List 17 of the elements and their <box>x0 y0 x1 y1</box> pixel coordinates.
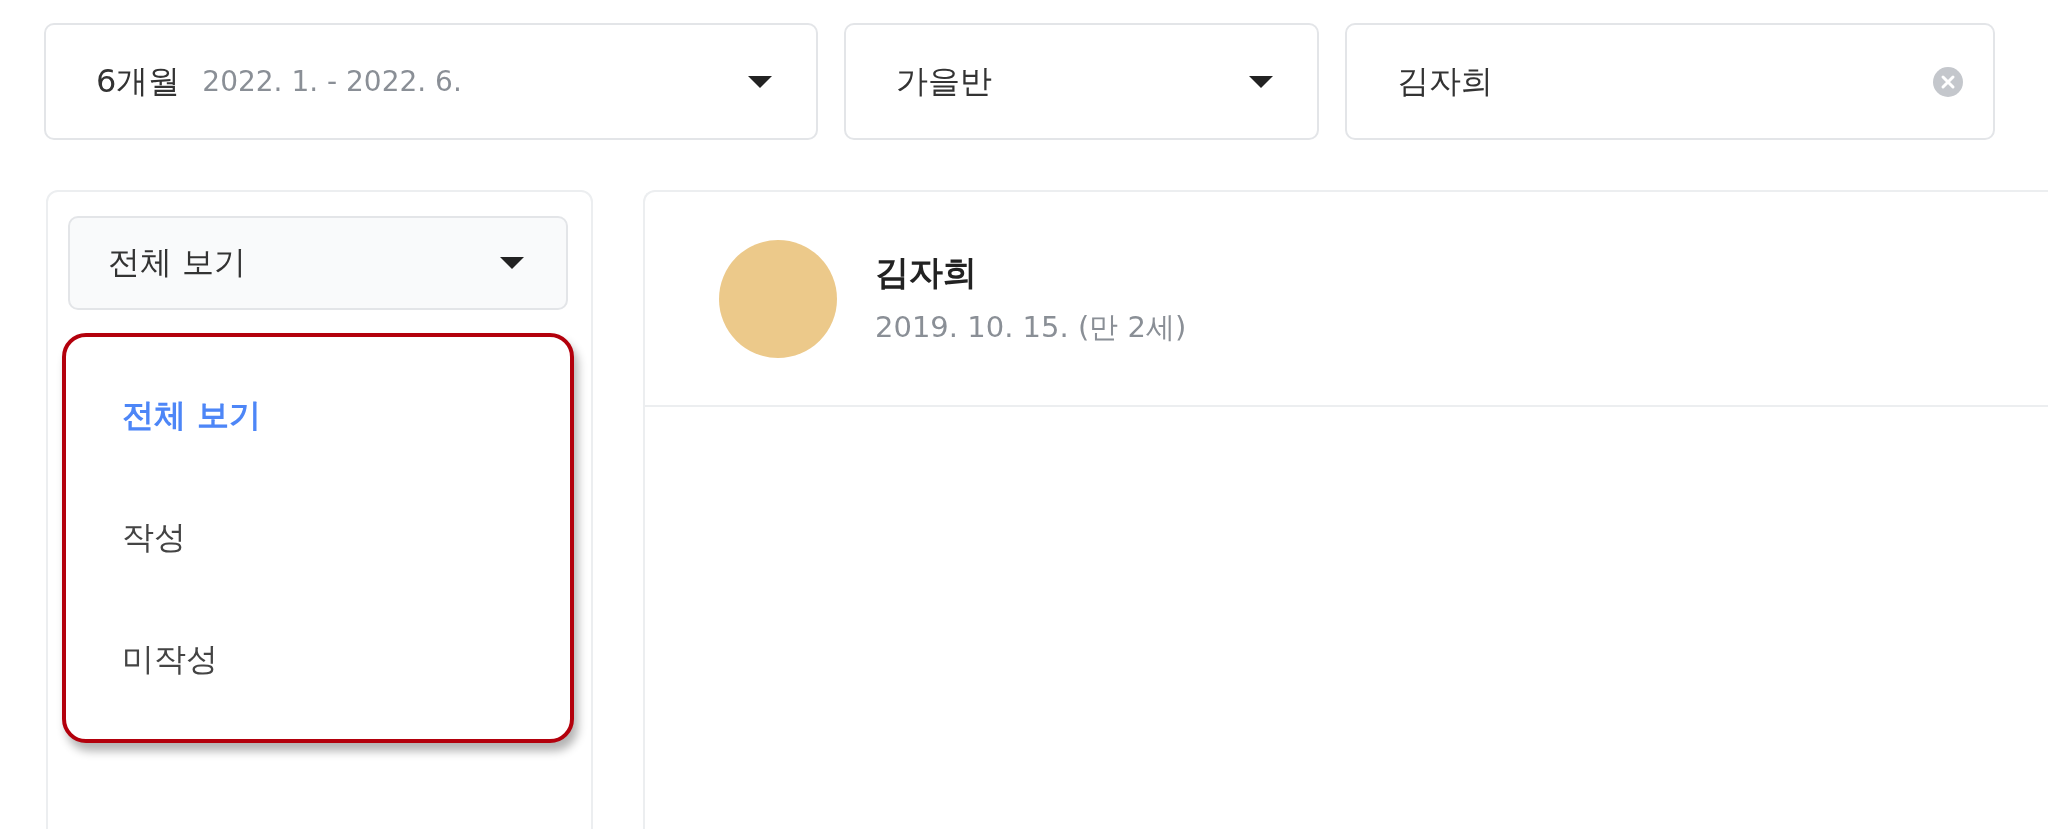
caret-icon <box>500 257 524 269</box>
class-value: 가을반 <box>896 60 992 102</box>
birth-date: 2019. 10. 15. (만 2세) <box>875 308 1187 346</box>
period-dropdown[interactable]: 6개월 2022. 1. - 2022. 6. <box>44 23 818 140</box>
search-field[interactable]: 김자희 <box>1345 23 1995 140</box>
child-name: 김자희 <box>875 250 978 294</box>
filter-menu-item[interactable]: 작성 <box>122 507 186 567</box>
filter-menu-item[interactable]: 미작성 <box>122 629 218 689</box>
class-dropdown[interactable]: 가을반 <box>844 23 1319 140</box>
caret-icon <box>748 75 772 88</box>
clear-icon[interactable] <box>1933 66 1963 97</box>
search-value: 김자희 <box>1397 60 1494 102</box>
period-label: 6개월 <box>96 60 181 102</box>
period-range: 2022. 1. - 2022. 6. <box>202 65 462 98</box>
filter-value: 전체 보기 <box>108 242 247 283</box>
caret-icon <box>1249 75 1273 88</box>
filter-dropdown[interactable]: 전체 보기 <box>68 216 568 310</box>
